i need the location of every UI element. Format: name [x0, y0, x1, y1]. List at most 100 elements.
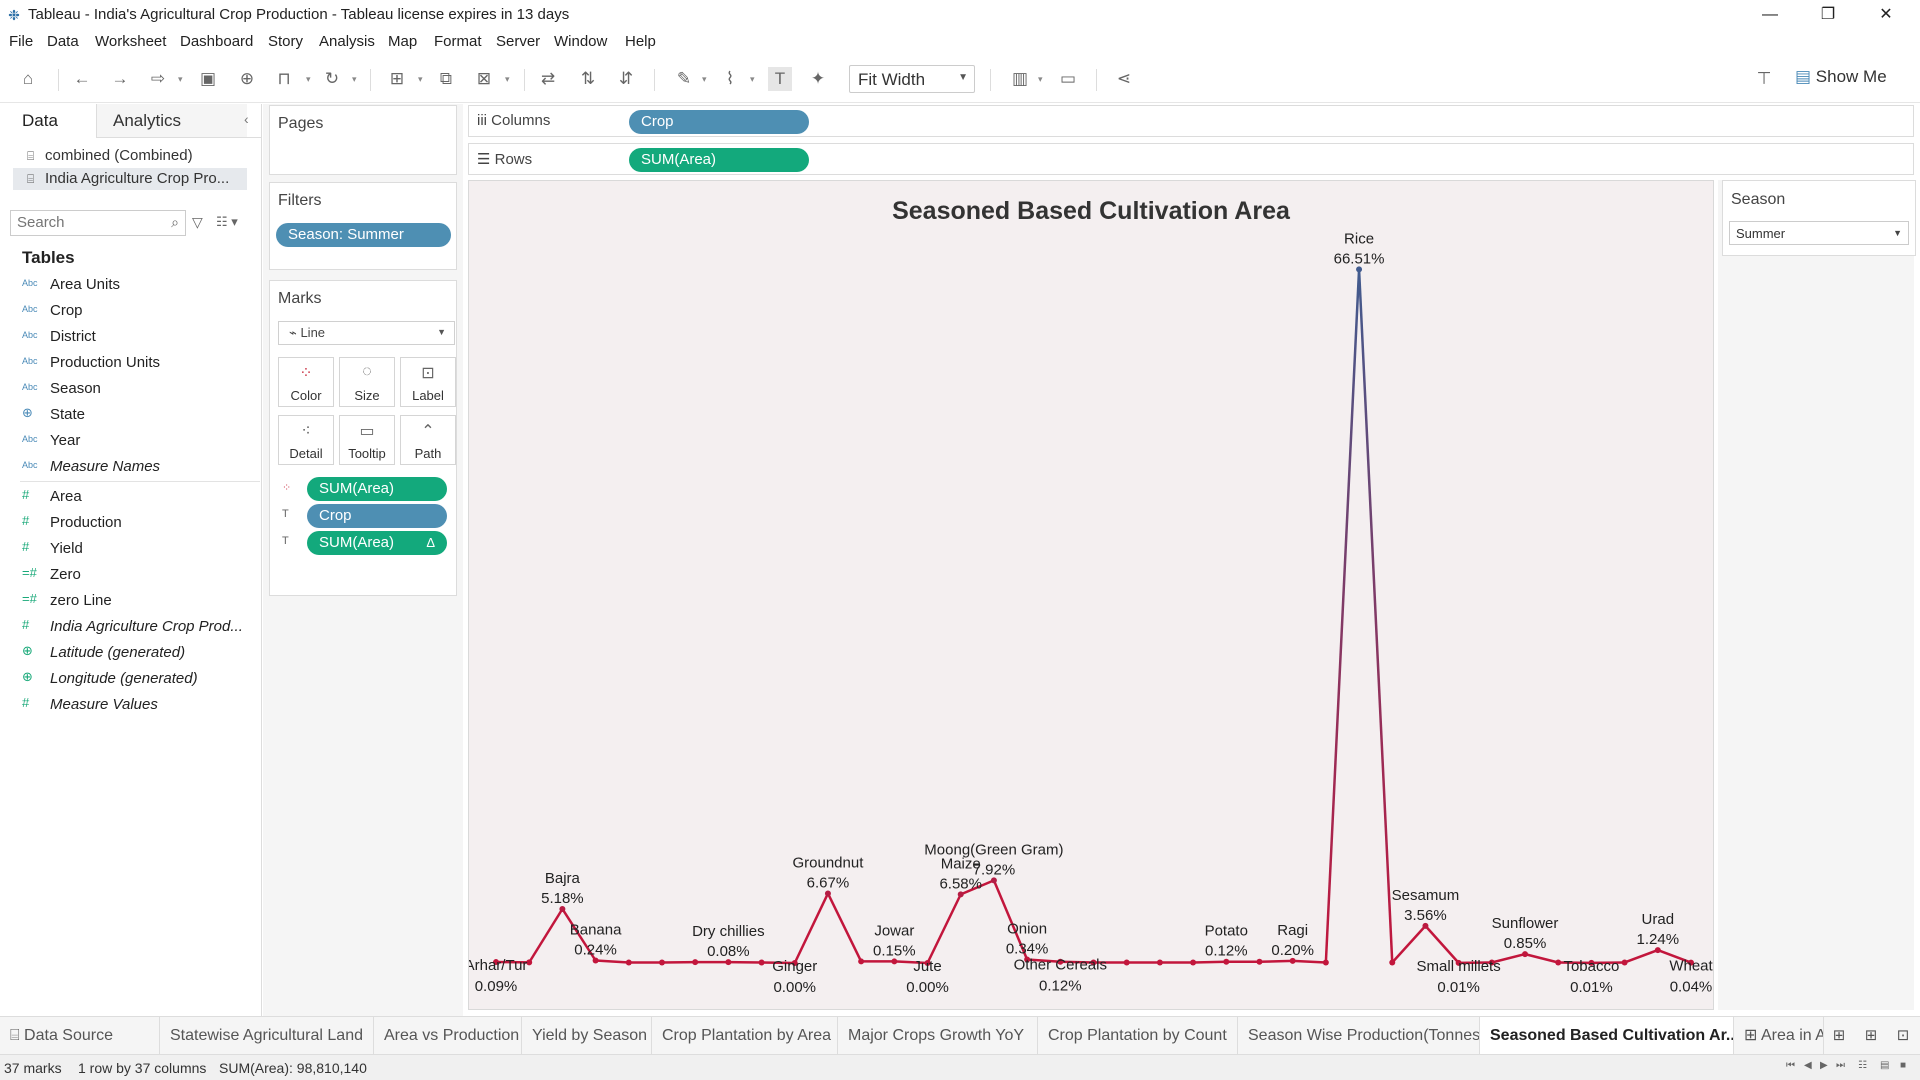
menu-story[interactable]: Story — [268, 33, 303, 50]
menu-help[interactable]: Help — [625, 33, 656, 50]
data-point[interactable] — [858, 958, 865, 965]
datasource-combined[interactable]: ⌸ combined (Combined) — [13, 145, 247, 167]
field-measure-values[interactable]: # Measure Values — [22, 694, 258, 718]
field-yield[interactable]: # Yield — [22, 538, 258, 562]
fix-axes-icon[interactable]: ✦ — [806, 67, 830, 91]
tab-crop-plantation-by-area[interactable]: Crop Plantation by Area — [652, 1017, 838, 1055]
show-labels-icon[interactable]: T — [768, 67, 792, 91]
viz-canvas[interactable]: Seasoned Based Cultivation Area Arhar/Tu… — [468, 180, 1714, 1010]
fit-width-dropdown[interactable]: Fit Width ▼ — [849, 65, 975, 93]
menu-format[interactable]: Format — [434, 33, 482, 50]
data-point[interactable] — [1555, 959, 1562, 966]
line-chart[interactable]: Arhar/Tur 0.09% Bajra 5.18% Banana 0.24% Dry c… — [469, 181, 1715, 1011]
tab-season-wise-production[interactable]: Season Wise Production(Tonnes) — [1238, 1017, 1480, 1055]
redo-icon[interactable]: → — [108, 67, 132, 91]
highlight-dropdown-icon[interactable]: ▾ — [702, 69, 712, 89]
last-sheet-icon[interactable]: ⏭ — [1836, 1060, 1845, 1071]
field-crop[interactable]: Abc Crop — [22, 300, 258, 324]
marks-pill-crop-label[interactable]: Crop — [307, 504, 447, 528]
field-longitude[interactable]: ⊕ Longitude (generated) — [22, 668, 258, 692]
field-record-count[interactable]: # India Agriculture Crop Prod... — [22, 616, 258, 640]
rows-pill-sum-area[interactable]: SUM(Area) — [629, 148, 809, 172]
mark-type-dropdown[interactable]: ⌁ Line ▼ — [278, 321, 455, 345]
tab-major-crops-growth-yoy[interactable]: Major Crops Growth YoY — [838, 1017, 1038, 1055]
menu-dashboard[interactable]: Dashboard — [180, 33, 253, 50]
data-point[interactable] — [758, 959, 765, 966]
new-worksheet-dropdown-icon[interactable]: ▾ — [418, 69, 428, 89]
search-input[interactable] — [17, 214, 157, 231]
data-point[interactable] — [1389, 959, 1396, 966]
tab-yield-by-season[interactable]: Yield by Season — [522, 1017, 652, 1055]
close-button[interactable]: ✕ — [1858, 0, 1914, 29]
field-state[interactable]: ⊕ State — [22, 404, 258, 428]
sheet-sorter-icon[interactable]: ☷ — [1858, 1060, 1867, 1071]
cards-dropdown-icon[interactable]: ▾ — [1038, 69, 1048, 89]
field-season[interactable]: Abc Season — [22, 378, 258, 402]
field-area-units[interactable]: Abc Area Units — [22, 274, 258, 298]
tab-analytics[interactable]: Analytics — [97, 104, 247, 137]
menu-data[interactable]: Data — [47, 33, 79, 50]
menu-window[interactable]: Window — [554, 33, 607, 50]
data-point[interactable] — [1256, 958, 1263, 965]
pause-updates-icon[interactable]: ⊓ — [272, 67, 296, 91]
refresh-dropdown-icon[interactable]: ▾ — [352, 69, 362, 89]
restore-button[interactable]: ❐ — [1800, 0, 1856, 29]
tab-area-vs-production[interactable]: Area vs Production — [374, 1017, 522, 1055]
marks-pill-sum-area-label[interactable]: SUM(Area) Δ — [307, 531, 447, 555]
filter-pill-season[interactable]: Season: Summer — [276, 223, 451, 247]
tab-data-source[interactable]: ⌸ Data Source — [0, 1017, 160, 1055]
data-point[interactable] — [1156, 959, 1163, 966]
filters-card[interactable]: Filters Season: Summer — [269, 182, 457, 270]
share-icon[interactable]: ⋖ — [1112, 67, 1136, 91]
sort-descending-icon[interactable]: ⇵ — [614, 67, 638, 91]
tab-statewise-agricultural-land[interactable]: Statewise Agricultural Land — [160, 1017, 374, 1055]
first-sheet-icon[interactable]: ⏮ — [1786, 1060, 1795, 1071]
data-point[interactable] — [1322, 959, 1329, 966]
field-measure-names[interactable]: Abc Measure Names — [22, 456, 258, 480]
menu-server[interactable]: Server — [496, 33, 540, 50]
highlight-icon[interactable]: ✎ — [672, 67, 696, 91]
tab-area-in-ac[interactable]: ⊞ Area in Ac — [1734, 1017, 1824, 1055]
path-button[interactable]: ⌃ Path — [400, 415, 456, 465]
field-latitude[interactable]: ⊕ Latitude (generated) — [22, 642, 258, 666]
field-year[interactable]: Abc Year — [22, 430, 258, 454]
data-point[interactable] — [625, 959, 632, 966]
columns-shelf[interactable]: iii Columns Crop — [468, 105, 1914, 137]
rows-shelf[interactable]: ☰ Rows SUM(Area) — [468, 143, 1914, 175]
refresh-icon[interactable]: ↻ — [320, 67, 344, 91]
menu-worksheet[interactable]: Worksheet — [95, 33, 166, 50]
columns-pill-crop[interactable]: Crop — [629, 110, 809, 134]
new-worksheet-icon[interactable]: ⊞ — [385, 67, 409, 91]
save-icon[interactable]: ▣ — [196, 67, 220, 91]
clear-dropdown-icon[interactable]: ▾ — [505, 69, 515, 89]
presentation-mode-icon[interactable]: ▭ — [1056, 67, 1080, 91]
next-sheet-icon[interactable]: ▶ — [1820, 1060, 1828, 1071]
clear-sheet-icon[interactable]: ⊠ — [472, 67, 496, 91]
filmstrip-icon[interactable]: ▤ — [1880, 1060, 1889, 1071]
tooltip-pin-icon[interactable]: ⊤ — [1752, 67, 1776, 91]
tooltip-button[interactable]: ▭ Tooltip — [339, 415, 395, 465]
swap-icon[interactable]: ⇄ — [536, 67, 560, 91]
collapse-icon[interactable]: ‹ — [244, 111, 249, 127]
field-zero-line[interactable]: =# zero Line — [22, 590, 258, 614]
minimize-button[interactable]: — — [1742, 0, 1798, 29]
data-point[interactable] — [658, 959, 665, 966]
pages-card[interactable]: Pages — [269, 105, 457, 175]
datasource-india-agriculture[interactable]: ⌸ India Agriculture Crop Pro... — [13, 168, 247, 190]
field-district[interactable]: Abc District — [22, 326, 258, 350]
group-dropdown-icon[interactable]: ▾ — [750, 69, 760, 89]
undo-icon[interactable]: ← — [70, 67, 94, 91]
show-me-button[interactable]: ▤ Show Me — [1795, 67, 1887, 87]
replay-icon[interactable]: ⇨ — [146, 67, 170, 91]
tab-data[interactable]: Data — [0, 104, 97, 138]
field-production[interactable]: # Production — [22, 512, 258, 536]
view-options-icon[interactable]: ☷ ▾ — [216, 214, 238, 230]
field-area[interactable]: # Area — [22, 486, 258, 510]
field-zero[interactable]: =# Zero — [22, 564, 258, 588]
filter-icon[interactable]: ▽ — [192, 214, 203, 231]
label-button[interactable]: ⊡ Label — [400, 357, 456, 407]
new-story-tab-icon[interactable]: ⊡ — [1892, 1026, 1914, 1044]
group-icon[interactable]: ⌇ — [718, 67, 742, 91]
season-select[interactable]: Summer ▼ — [1729, 221, 1909, 245]
replay-dropdown-icon[interactable]: ▾ — [178, 69, 188, 89]
